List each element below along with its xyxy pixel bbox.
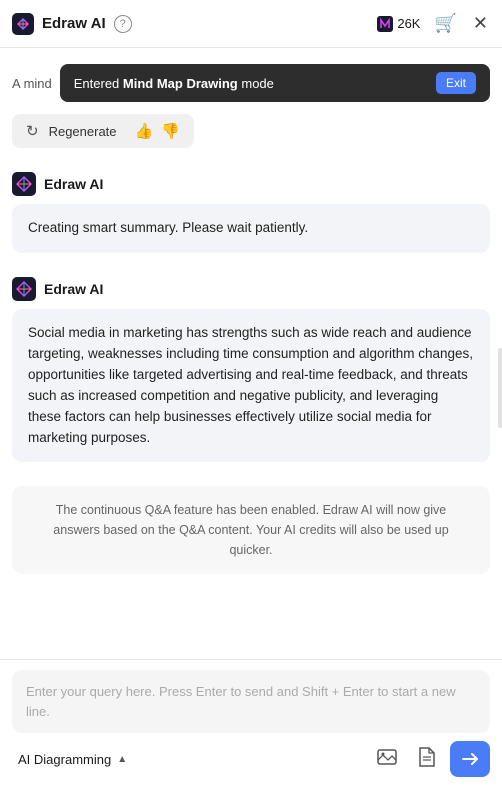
regenerate-row: ↻ Regenerate 👍 👎 (12, 114, 194, 148)
credits-count: 26K (397, 16, 420, 31)
cart-button[interactable]: 🛒 (432, 11, 458, 36)
toast-prefix: A mind (12, 76, 52, 91)
message-bubble-1: Creating smart summary. Please wait pati… (12, 204, 490, 253)
toast-bubble: Entered Mind Map Drawing mode Exit (60, 64, 490, 102)
image-diagram-icon (376, 746, 398, 768)
sender-name-1: Edraw AI (44, 176, 103, 192)
header-left: Edraw AI ? (12, 13, 132, 35)
chat-area: A mind Entered Mind Map Drawing mode Exi… (0, 48, 502, 668)
header: Edraw AI ? 26K 🛒 ✕ (0, 0, 502, 48)
chevron-down-icon: ▲ (117, 754, 127, 765)
toast-text-bold: Mind Map Drawing (123, 76, 238, 91)
help-icon[interactable]: ? (114, 15, 132, 33)
send-icon (461, 750, 479, 768)
app-title: Edraw AI (42, 15, 106, 32)
credits-logo-icon (377, 16, 393, 32)
edraw-avatar-icon-2 (12, 277, 36, 301)
chat-message-1: Edraw AI Creating smart summary. Please … (12, 172, 490, 253)
input-area: Enter your query here. Press Enter to se… (0, 659, 502, 787)
thumbs-down-button[interactable]: 👎 (161, 122, 180, 140)
query-input-placeholder[interactable]: Enter your query here. Press Enter to se… (12, 670, 490, 733)
thumbs-up-button[interactable]: 👍 (135, 122, 154, 140)
exit-button[interactable]: Exit (436, 72, 476, 94)
qa-notice: The continuous Q&A feature has been enab… (12, 486, 490, 574)
credits-badge: 26K (377, 16, 420, 32)
header-right: 26K 🛒 ✕ (377, 11, 490, 36)
edraw-logo-icon (12, 13, 34, 35)
image-diagram-button[interactable] (372, 744, 402, 775)
bottom-toolbar: AI Diagramming ▲ (12, 741, 490, 777)
send-button[interactable] (450, 741, 490, 777)
toast-message: Entered Mind Map Drawing mode (74, 76, 426, 91)
chat-sender-2: Edraw AI (12, 277, 490, 301)
chat-sender-1: Edraw AI (12, 172, 490, 196)
close-button[interactable]: ✕ (471, 11, 490, 36)
chat-message-2: Edraw AI Social media in marketing has s… (12, 277, 490, 463)
scroll-indicator (498, 348, 502, 428)
ai-diagramming-button[interactable]: AI Diagramming ▲ (12, 748, 133, 771)
toast-text-normal: Entered (74, 76, 123, 91)
ai-diagramming-label: AI Diagramming (18, 752, 111, 767)
file-button[interactable] (412, 744, 440, 775)
regenerate-icon: ↻ (26, 122, 39, 140)
regenerate-label[interactable]: Regenerate (49, 124, 117, 139)
message-bubble-2: Social media in marketing has strengths … (12, 309, 490, 463)
toast-row: A mind Entered Mind Map Drawing mode Exi… (12, 64, 490, 102)
file-icon (416, 746, 436, 768)
feedback-icons: 👍 👎 (135, 122, 180, 140)
sender-name-2: Edraw AI (44, 281, 103, 297)
edraw-avatar-icon (12, 172, 36, 196)
toast-text-suffix: mode (238, 76, 274, 91)
toolbar-icons (372, 741, 490, 777)
